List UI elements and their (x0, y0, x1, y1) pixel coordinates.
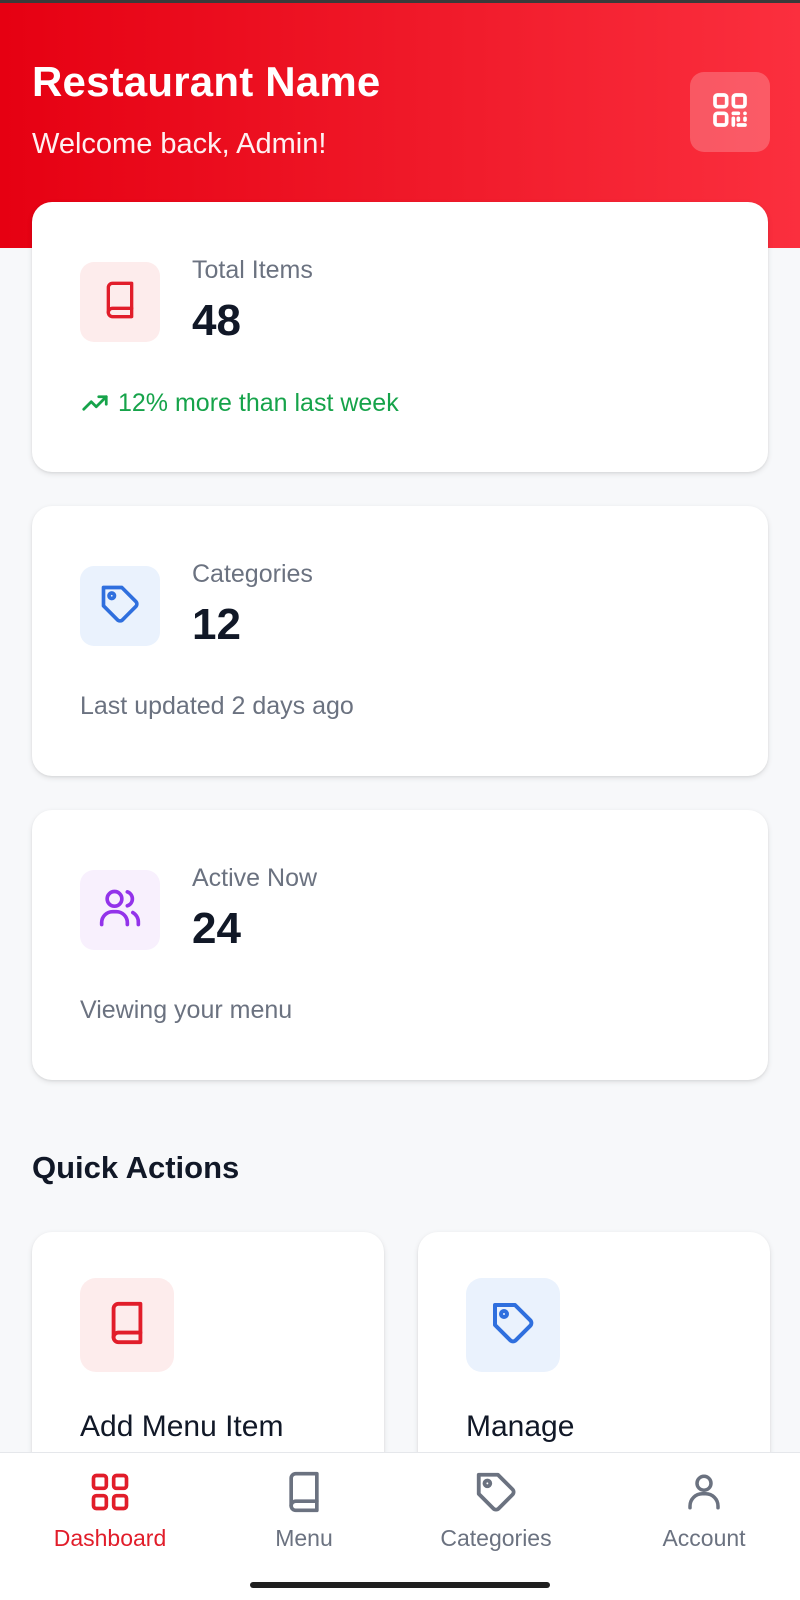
stat-icon-box (80, 870, 160, 950)
quick-actions-title: Quick Actions (32, 1150, 240, 1185)
stat-label: Active Now (192, 864, 318, 892)
bottom-navigation: Dashboard Menu Categories Account (0, 1452, 800, 1600)
action-icon-box (80, 1278, 174, 1372)
stat-value: 24 (192, 904, 241, 953)
users-icon (98, 886, 142, 935)
dashboard-grid-icon (88, 1467, 132, 1517)
action-icon-box (466, 1278, 560, 1372)
nav-item-dashboard[interactable]: Dashboard (10, 1453, 210, 1563)
stat-footer-text: 12% more than last week (118, 388, 399, 417)
book-icon (100, 280, 140, 325)
stat-icon-box (80, 262, 160, 342)
book-icon (104, 1300, 150, 1351)
nav-label: Menu (275, 1525, 333, 1551)
stat-trend: 12% more than last week (80, 388, 399, 418)
trending-up-icon (80, 388, 110, 418)
action-label: Manage (466, 1410, 575, 1443)
book-icon (282, 1467, 326, 1517)
welcome-message: Welcome back, Admin! (32, 128, 327, 160)
qr-code-button[interactable] (690, 72, 770, 152)
nav-item-menu[interactable]: Menu (204, 1453, 404, 1563)
qr-code-icon (710, 90, 750, 135)
status-bar-line (0, 0, 800, 3)
nav-label: Account (662, 1525, 746, 1551)
tag-icon (473, 1467, 519, 1517)
stat-value: 12 (192, 600, 241, 649)
stat-label: Categories (192, 560, 313, 588)
nav-item-categories[interactable]: Categories (396, 1453, 596, 1563)
stat-footer-text: Viewing your menu (80, 996, 293, 1024)
tag-icon (98, 582, 142, 631)
nav-item-account[interactable]: Account (604, 1453, 800, 1563)
stat-footer-text: Last updated 2 days ago (80, 692, 354, 720)
stat-value: 48 (192, 296, 241, 345)
stat-card-categories: Categories 12 Last updated 2 days ago (32, 506, 768, 776)
nav-label: Categories (440, 1525, 552, 1551)
stat-label: Total Items (192, 256, 313, 284)
action-label: Add Menu Item (80, 1410, 284, 1443)
page-title: Restaurant Name (32, 58, 381, 105)
nav-label: Dashboard (53, 1525, 167, 1551)
home-indicator[interactable] (250, 1582, 550, 1588)
user-icon (683, 1467, 725, 1517)
stat-icon-box (80, 566, 160, 646)
stat-card-active-now: Active Now 24 Viewing your menu (32, 810, 768, 1080)
tag-icon (489, 1299, 537, 1352)
stat-card-total-items: Total Items 48 12% more than last week (32, 202, 768, 472)
